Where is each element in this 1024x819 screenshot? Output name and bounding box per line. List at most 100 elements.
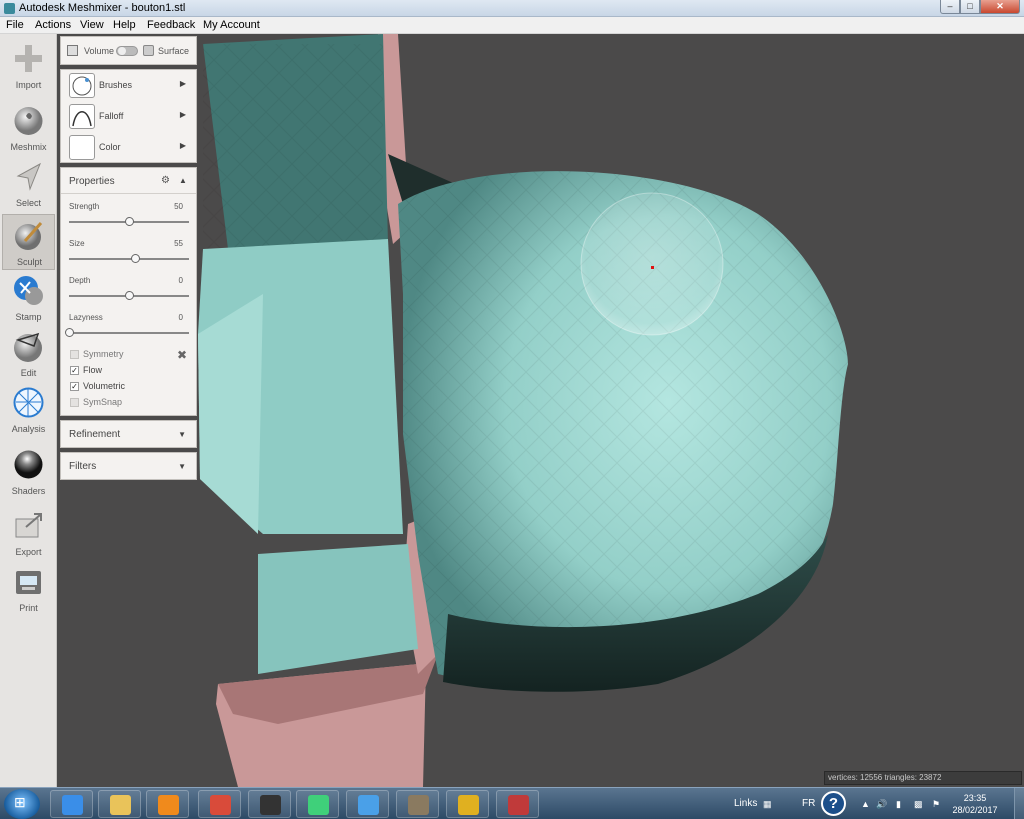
gear-icon[interactable]: ⚙ [161,175,170,186]
checkbox[interactable]: ✓ [70,366,79,375]
strength-slider[interactable]: Strength 50 [69,202,189,236]
param-value: 0 [178,276,183,285]
symmetry-tools-icon[interactable]: ✖ [177,348,187,362]
size-slider[interactable]: Size 55 [69,239,189,273]
atom-icon [308,795,329,815]
brushes-row[interactable]: Brushes ▶ [61,70,196,100]
symsnap-checkbox[interactable]: SymSnap [70,397,190,410]
taskbar-app-button[interactable] [446,790,489,818]
brush-center-dot [651,266,654,269]
checkbox[interactable]: ✓ [70,382,79,391]
cube-icon [67,45,78,56]
tool-analysis[interactable]: Analysis [2,382,55,438]
tool-meshmix[interactable]: Meshmix [2,100,55,156]
menu-file[interactable]: File [6,19,24,31]
menu-actions[interactable]: Actions [35,19,71,31]
checkbox[interactable] [70,398,79,407]
clock[interactable]: 23:35 28/02/2017 [940,792,1010,816]
language-indicator[interactable]: FR [802,798,815,809]
tool-shaders[interactable]: Shaders [2,444,55,500]
checkbox[interactable] [70,350,79,359]
tool-print[interactable]: Print [2,561,55,617]
falloff-label: Falloff [99,111,124,121]
surface-icon [143,45,154,56]
minimize-button[interactable]: – [940,0,960,14]
links-toolbar[interactable]: Links [734,798,757,809]
monitor-icon[interactable]: ▩ [914,799,923,810]
internet-explorer-icon [62,795,83,815]
chevron-up-icon[interactable]: ▲ [179,176,187,185]
maximize-button[interactable]: □ [960,0,980,14]
filters-title: Filters [69,461,97,472]
mesh-render [198,34,848,787]
chevron-up-icon[interactable]: ▲ [861,799,870,809]
gimp-icon [408,795,429,815]
sculpt-panel: Volume Surface Brushes ▶ Falloff ▶ Color… [60,36,197,480]
param-value: 55 [174,239,183,248]
depth-slider[interactable]: Depth 0 [69,276,189,310]
windows-taskbar: Links ▦ FR ? ▲ 🔊 ▮ ▩ ⚑ 23:35 28/02/2017 [0,787,1024,819]
slider-knob[interactable] [65,328,74,337]
volumetric-checkbox[interactable]: ✓ Volumetric [70,381,190,394]
device-icon[interactable]: ▮ [896,799,901,810]
slider-knob[interactable] [125,291,134,300]
chevron-right-icon: ▶ [179,79,186,88]
taskbar-app-button[interactable] [248,790,291,818]
window-title: Autodesk Meshmixer - bouton1.stl [19,2,186,14]
close-button[interactable]: ✕ [980,0,1020,14]
colored-squares-icon [358,795,379,815]
help-icon[interactable]: ? [821,791,846,816]
tool-export[interactable]: Export [2,505,55,561]
3d-viewport[interactable]: vertices: 12556 triangles: 23872 [58,34,1024,787]
blender-ball-icon [458,795,479,815]
menu-help[interactable]: Help [113,19,136,31]
mesh-stats: vertices: 12556 triangles: 23872 [824,771,1022,785]
tool-label: Stamp [15,312,42,322]
tool-sculpt[interactable]: Sculpt [2,214,55,270]
chrome-icon [210,795,231,815]
slider-track [69,332,189,334]
file-explorer-icon [110,795,131,815]
tool-edit[interactable]: Edit [2,326,55,382]
refinement-section[interactable]: Refinement ▼ [60,420,197,448]
symmetry-checkbox[interactable]: Symmetry [70,349,190,362]
taskbar-app-button[interactable] [198,790,241,818]
filters-section[interactable]: Filters ▼ [60,452,197,480]
taskbar-app-button[interactable] [146,790,189,818]
chevron-right-icon: ▶ [179,141,186,150]
menu-feedback[interactable]: Feedback [147,19,195,31]
taskbar-app-button[interactable] [50,790,93,818]
taskbar-app-button[interactable] [346,790,389,818]
slider-knob[interactable] [125,217,134,226]
volume-icon[interactable]: 🔊 [876,799,887,810]
network-icon[interactable]: ▦ [763,799,772,810]
edit-icon [14,332,42,362]
export-icon [15,513,42,538]
menu-view[interactable]: View [80,19,104,31]
properties-header[interactable]: Properties ⚙ ▲ [61,168,196,194]
tool-stamp[interactable]: Stamp [2,270,55,326]
tool-select[interactable]: Select [2,156,55,212]
color-row[interactable]: Color ▶ [61,132,196,162]
falloff-row[interactable]: Falloff ▶ [61,101,196,131]
tool-import[interactable]: Import [2,38,55,94]
lazyness-slider[interactable]: Lazyness 0 [65,313,189,347]
taskbar-app-button[interactable] [496,790,539,818]
slider-knob[interactable] [131,254,140,263]
clock-date: 28/02/2017 [952,805,998,815]
taskbar-app-button[interactable] [98,790,141,818]
volume-surface-toggle[interactable] [116,46,138,56]
action-center-flag-icon[interactable]: ⚑ [932,799,940,810]
flow-checkbox[interactable]: ✓ Flow [70,365,190,378]
param-name: Size [69,239,85,248]
tool-label: Export [15,547,42,557]
color-swatch-icon [69,135,95,160]
start-button[interactable] [4,789,40,819]
clock-time: 23:35 [963,793,987,803]
taskbar-app-button[interactable] [296,790,339,818]
menu-my-account[interactable]: My Account [203,19,260,31]
tool-label: Sculpt [16,257,42,267]
taskbar-app-button[interactable] [396,790,439,818]
tool-label: Select [15,198,41,208]
show-desktop-button[interactable] [1014,788,1024,819]
